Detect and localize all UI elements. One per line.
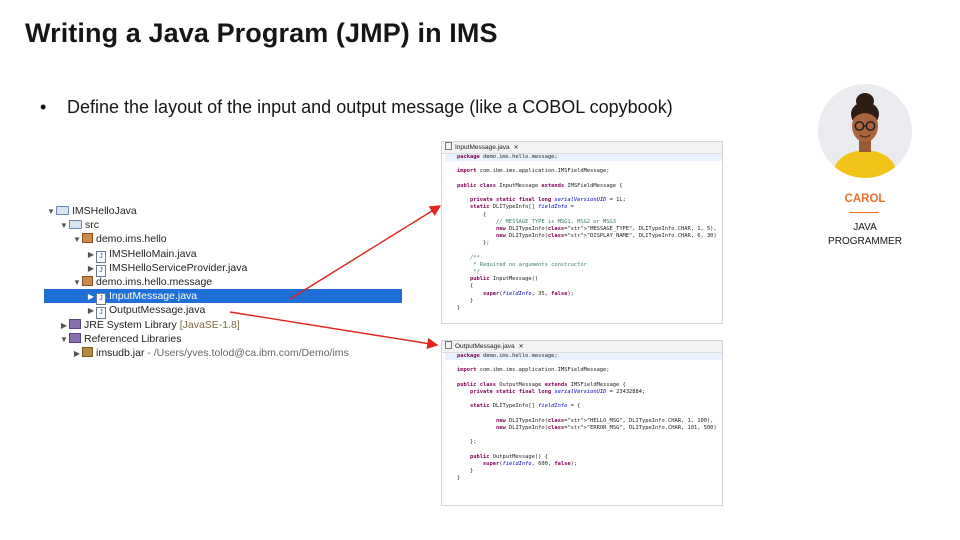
persona-name: CAROL [844,193,886,205]
persona-role-line1: JAVA [853,222,877,233]
programmer-avatar-icon [832,93,898,178]
arrow-to-output-editor [229,311,439,349]
avatar [818,84,912,178]
persona-role-line2: PROGRAMMER [828,236,902,247]
arrows-overlay [229,205,442,349]
persona-divider [849,212,879,213]
persona-role: JAVA PROGRAMMER [812,221,918,249]
arrow-to-input-editor [289,205,442,300]
